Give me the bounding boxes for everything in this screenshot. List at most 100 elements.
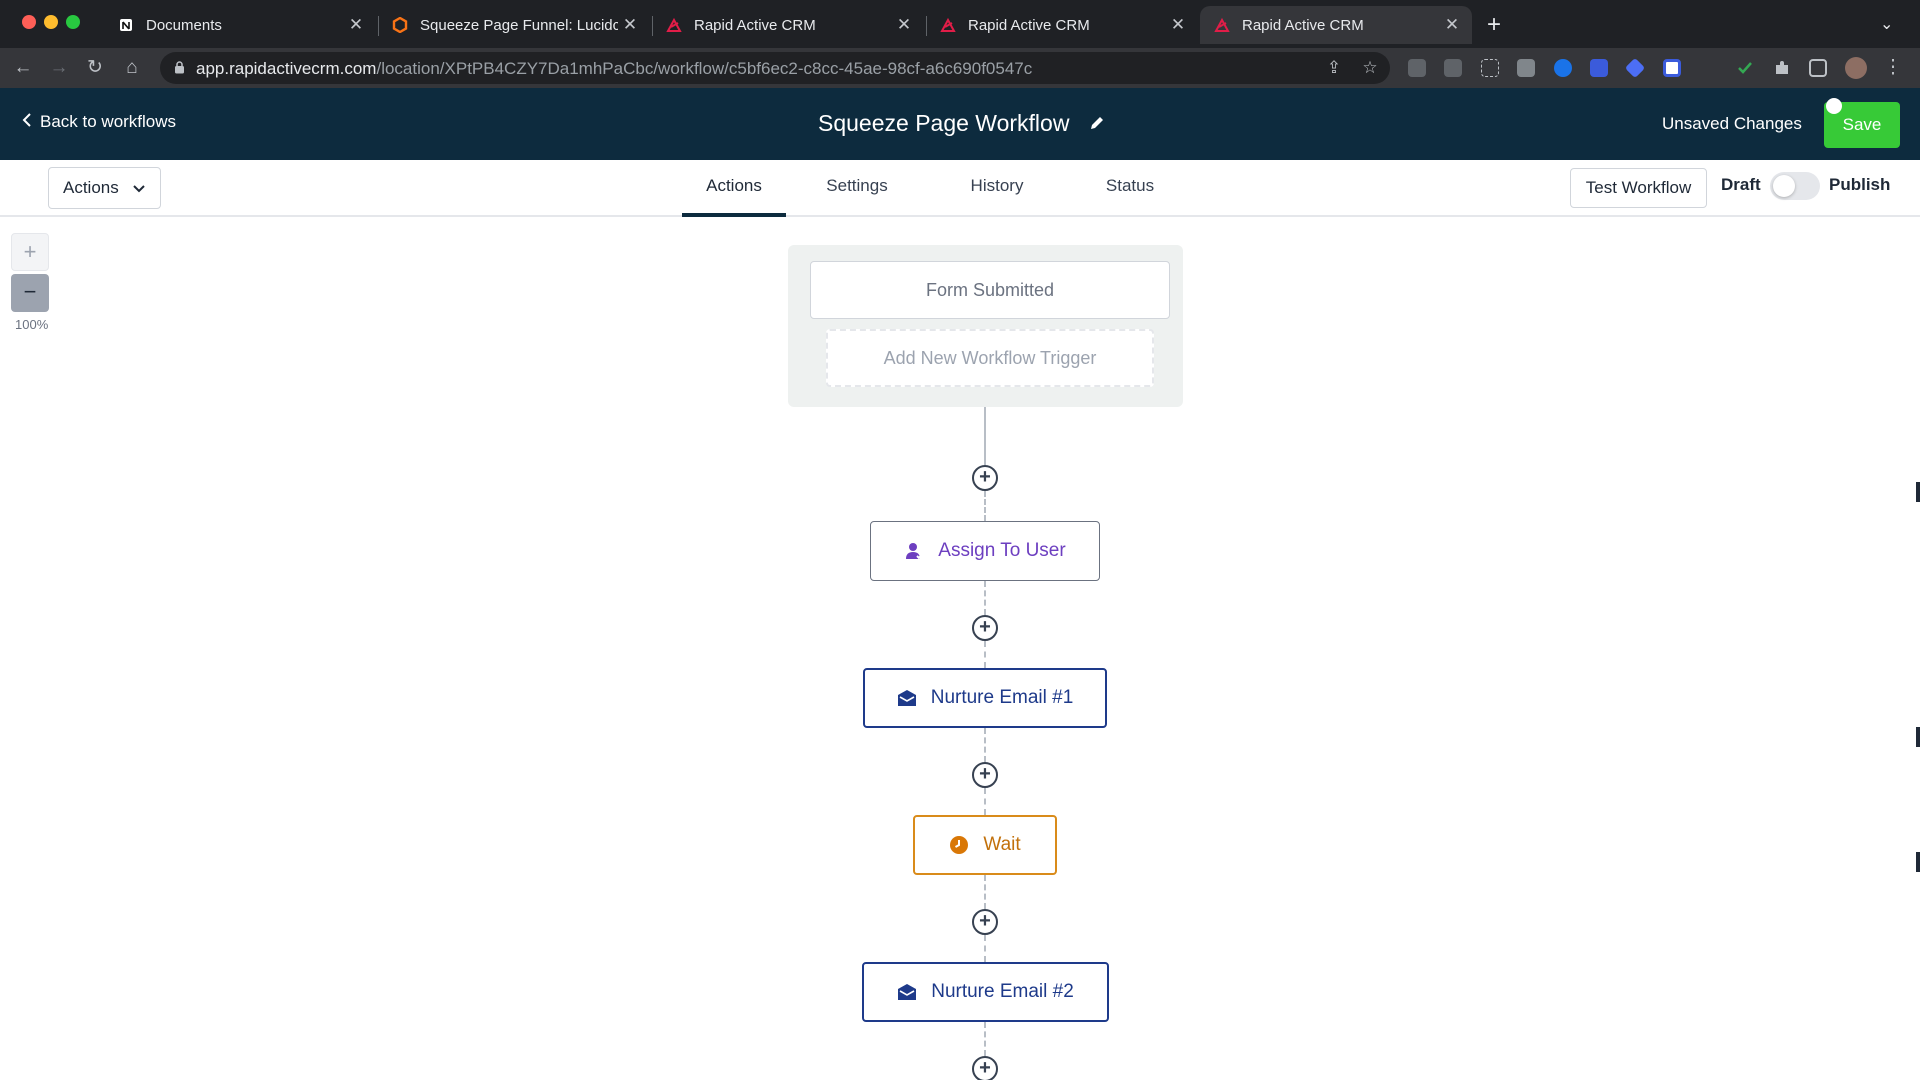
home-icon[interactable]: ⌂: [119, 55, 145, 81]
step-nurture-email-2[interactable]: Nurture Email #2: [862, 962, 1109, 1022]
toggle-knob: [1773, 175, 1795, 197]
close-icon[interactable]: ✕: [344, 13, 368, 37]
window-minimize-button[interactable]: [44, 15, 58, 29]
zoom-in-button[interactable]: +: [11, 233, 49, 271]
step-label: Nurture Email #2: [931, 981, 1074, 1002]
pen-extension-icon[interactable]: [1408, 59, 1426, 77]
add-workflow-trigger-button[interactable]: Add New Workflow Trigger: [826, 329, 1154, 387]
scroll-edge-marker: [1916, 727, 1920, 747]
scroll-edge-marker: [1916, 482, 1920, 502]
step-nurture-email-1[interactable]: Nurture Email #1: [863, 668, 1107, 728]
add-step-button[interactable]: +: [972, 762, 998, 788]
window-close-button[interactable]: [22, 15, 36, 29]
close-icon[interactable]: ✕: [1440, 13, 1464, 37]
share-icon[interactable]: ⇪: [1324, 58, 1344, 78]
tab-history[interactable]: History: [928, 160, 1066, 215]
add-step-button[interactable]: +: [972, 465, 998, 491]
extensions-puzzle-icon[interactable]: [1773, 59, 1791, 77]
step-assign-to-user[interactable]: Assign To User: [870, 521, 1100, 581]
browser-tab-crm-2[interactable]: Rapid Active CRM ✕: [926, 6, 1198, 44]
test-workflow-button[interactable]: Test Workflow: [1570, 168, 1707, 208]
add-step-button[interactable]: +: [972, 1056, 998, 1080]
browser-tab-lucidchart[interactable]: Squeeze Page Funnel: Lucidch ✕: [378, 6, 650, 44]
browser-tab-crm-1[interactable]: Rapid Active CRM ✕: [652, 6, 924, 44]
crm-icon: [666, 17, 682, 33]
reload-icon[interactable]: ↻: [82, 55, 108, 81]
scroll-edge-marker: [1916, 852, 1920, 872]
tag-extension-icon[interactable]: [1624, 57, 1646, 79]
crm-icon: [1214, 17, 1230, 33]
close-icon[interactable]: ✕: [1166, 13, 1190, 37]
workflow-subnav: Actions Actions Settings History Status …: [0, 160, 1920, 217]
close-icon[interactable]: ✕: [618, 13, 642, 37]
checkmark-extension-icon[interactable]: [1736, 59, 1754, 77]
app-header: Back to workflows Squeeze Page Workflow …: [0, 88, 1920, 160]
browser-tab-crm-3[interactable]: Rapid Active CRM ✕: [1200, 6, 1472, 44]
browser-tab-documents[interactable]: Documents ✕: [104, 6, 376, 44]
browser-toolbar: ← → ↻ ⌂ app.rapidactivecrm.com/location/…: [0, 48, 1920, 88]
new-tab-button[interactable]: +: [1480, 12, 1508, 40]
tab-actions[interactable]: Actions: [682, 160, 786, 217]
chevron-left-icon: [22, 112, 32, 132]
trigger-panel: Form Submitted Add New Workflow Trigger: [788, 245, 1183, 407]
browser-menu-icon[interactable]: ⋮: [1880, 55, 1906, 81]
step-label: Wait: [983, 834, 1021, 855]
actions-dropdown[interactable]: Actions: [48, 167, 161, 209]
connector-line: [984, 581, 986, 615]
browser-tab-title: Rapid Active CRM: [694, 16, 816, 34]
blue-extension-icon[interactable]: [1554, 59, 1572, 77]
workflow-title: Squeeze Page Workflow: [818, 110, 1105, 137]
browser-tab-title: Rapid Active CRM: [968, 16, 1090, 34]
side-panel-icon[interactable]: [1809, 59, 1827, 77]
cursor-indicator: [1826, 98, 1842, 114]
url-host: app.rapidactivecrm.com: [196, 59, 377, 78]
notification-extension-icon[interactable]: [1590, 59, 1608, 77]
workflow-canvas[interactable]: + − 100% Form Submitted Add New Workflow…: [0, 217, 1920, 1080]
assign-user-icon: [904, 541, 925, 561]
forward-arrow-icon[interactable]: →: [46, 55, 72, 81]
connector-line: [984, 728, 986, 762]
code-extension-icon[interactable]: [1517, 59, 1535, 77]
add-step-button[interactable]: +: [972, 909, 998, 935]
connector-line: [984, 407, 986, 465]
connector-line: [984, 935, 986, 962]
edit-pencil-icon[interactable]: [1089, 110, 1105, 137]
notion-icon: [118, 17, 134, 33]
connector-line: [984, 641, 986, 668]
connector-line: [984, 875, 986, 909]
browser-tab-title: Documents: [146, 16, 222, 34]
c-extension-icon[interactable]: [1663, 59, 1681, 77]
browser-tab-title: Rapid Active CRM: [1242, 16, 1364, 34]
bookmark-star-icon[interactable]: ☆: [1360, 58, 1380, 78]
back-arrow-icon[interactable]: ←: [10, 55, 36, 81]
camera-extension-icon[interactable]: [1444, 59, 1462, 77]
avatar[interactable]: [1845, 57, 1867, 79]
tab-status[interactable]: Status: [1066, 160, 1194, 215]
tab-search-icon[interactable]: ⌄: [1880, 14, 1893, 34]
clock-icon: [949, 835, 969, 855]
address-bar[interactable]: app.rapidactivecrm.com/location/XPtPB4CZ…: [160, 52, 1390, 84]
step-label: Assign To User: [938, 540, 1066, 561]
connector-line: [984, 491, 986, 521]
actions-dropdown-label: Actions: [63, 178, 119, 197]
step-wait[interactable]: Wait: [913, 815, 1057, 875]
add-step-button[interactable]: +: [972, 615, 998, 641]
screenshot-extension-icon[interactable]: [1481, 59, 1499, 77]
crm-icon: [940, 17, 956, 33]
workflow-title-text: Squeeze Page Workflow: [818, 110, 1070, 136]
connector-line: [984, 1022, 986, 1056]
zoom-out-button[interactable]: −: [11, 274, 49, 312]
tab-settings[interactable]: Settings: [786, 160, 928, 215]
workflow-tabs: Actions Settings History Status: [682, 160, 1194, 217]
close-icon[interactable]: ✕: [892, 13, 916, 37]
trigger-form-submitted[interactable]: Form Submitted: [810, 261, 1170, 319]
publish-toggle[interactable]: [1770, 172, 1820, 200]
email-icon: [897, 688, 917, 708]
unsaved-changes-text: Unsaved Changes: [1662, 114, 1802, 133]
back-to-workflows-link[interactable]: Back to workflows: [22, 112, 176, 132]
lucidchart-icon: [392, 17, 408, 33]
window-maximize-button[interactable]: [66, 15, 80, 29]
back-link-label: Back to workflows: [40, 112, 177, 131]
email-icon: [897, 982, 917, 1002]
publish-label: Publish: [1829, 175, 1891, 194]
